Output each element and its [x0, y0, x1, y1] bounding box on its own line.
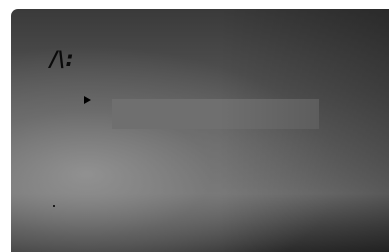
- dot-marker: [53, 205, 55, 207]
- triangle-right-icon: [84, 96, 91, 104]
- screen-background: /\:: [0, 0, 389, 252]
- logo-glyph: /\:: [50, 47, 74, 71]
- selected-menu-item[interactable]: [112, 99, 319, 129]
- menu-panel: /\:: [11, 9, 389, 252]
